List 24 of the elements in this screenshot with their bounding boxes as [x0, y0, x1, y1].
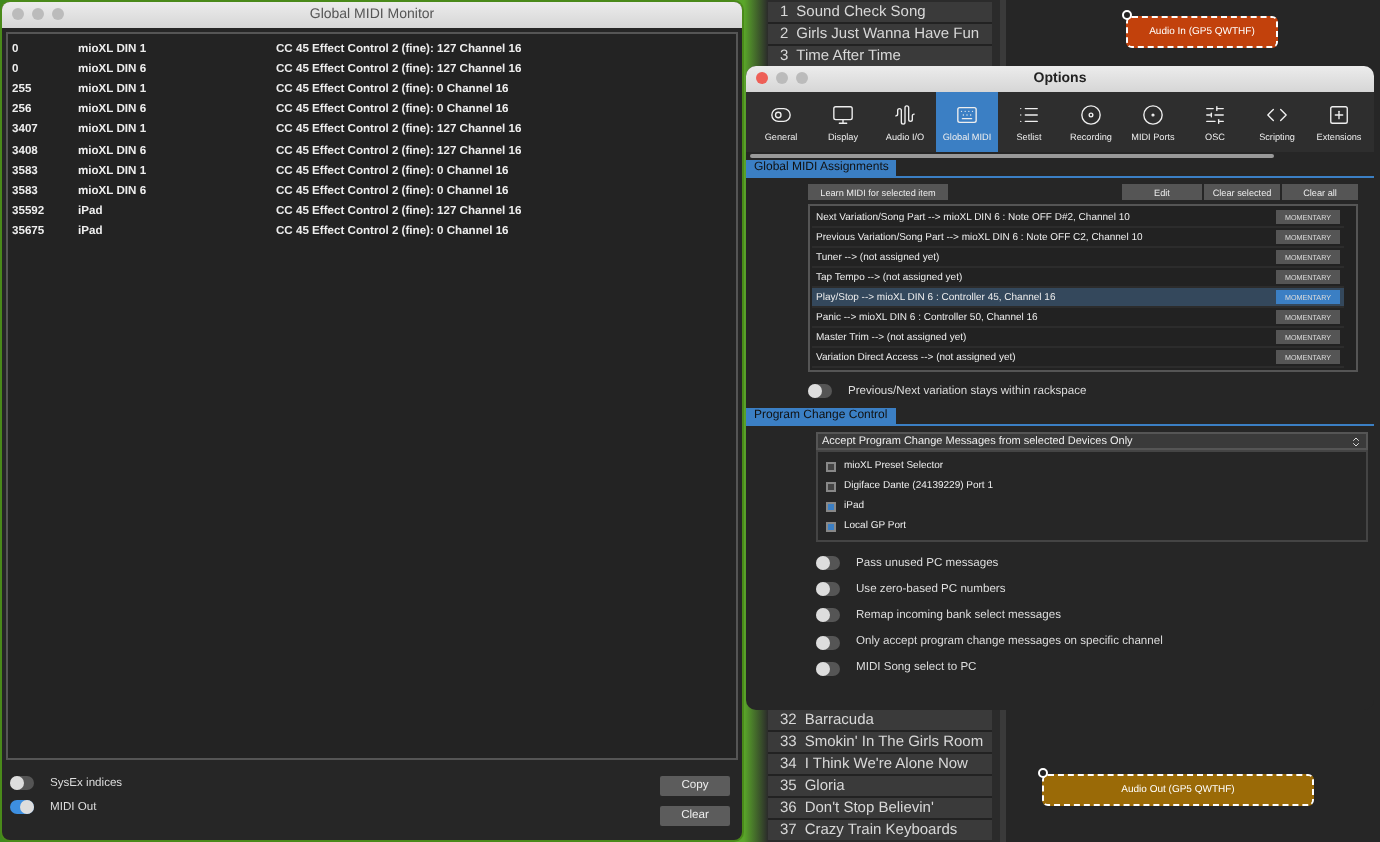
toggle-icon	[770, 103, 792, 125]
checkbox[interactable]	[826, 521, 836, 531]
pin-icon[interactable]	[1122, 10, 1132, 20]
waveform-icon	[894, 103, 916, 125]
sliders-icon	[1204, 103, 1226, 125]
pin-icon[interactable]	[1038, 768, 1048, 778]
toggle-switch[interactable]	[10, 776, 34, 790]
disc-icon	[1080, 103, 1102, 125]
toggle-switch[interactable]	[816, 582, 840, 597]
toggle-switch[interactable]	[816, 556, 840, 570]
toggle-switch[interactable]	[816, 608, 840, 623]
toggle-switch[interactable]	[10, 800, 34, 814]
monitor-icon	[832, 103, 854, 125]
plus-square-icon	[1328, 103, 1350, 125]
checkbox[interactable]	[826, 501, 836, 511]
checkbox[interactable]	[826, 481, 836, 491]
code-icon	[1266, 103, 1288, 125]
port-icon	[1142, 103, 1164, 125]
checkbox[interactable]	[826, 461, 836, 471]
close-icon[interactable]	[756, 72, 768, 84]
toggle-switch[interactable]	[816, 635, 840, 650]
toggle-switch[interactable]	[808, 384, 832, 398]
toggle-switch[interactable]	[816, 661, 840, 676]
keyboard-icon	[956, 103, 978, 125]
